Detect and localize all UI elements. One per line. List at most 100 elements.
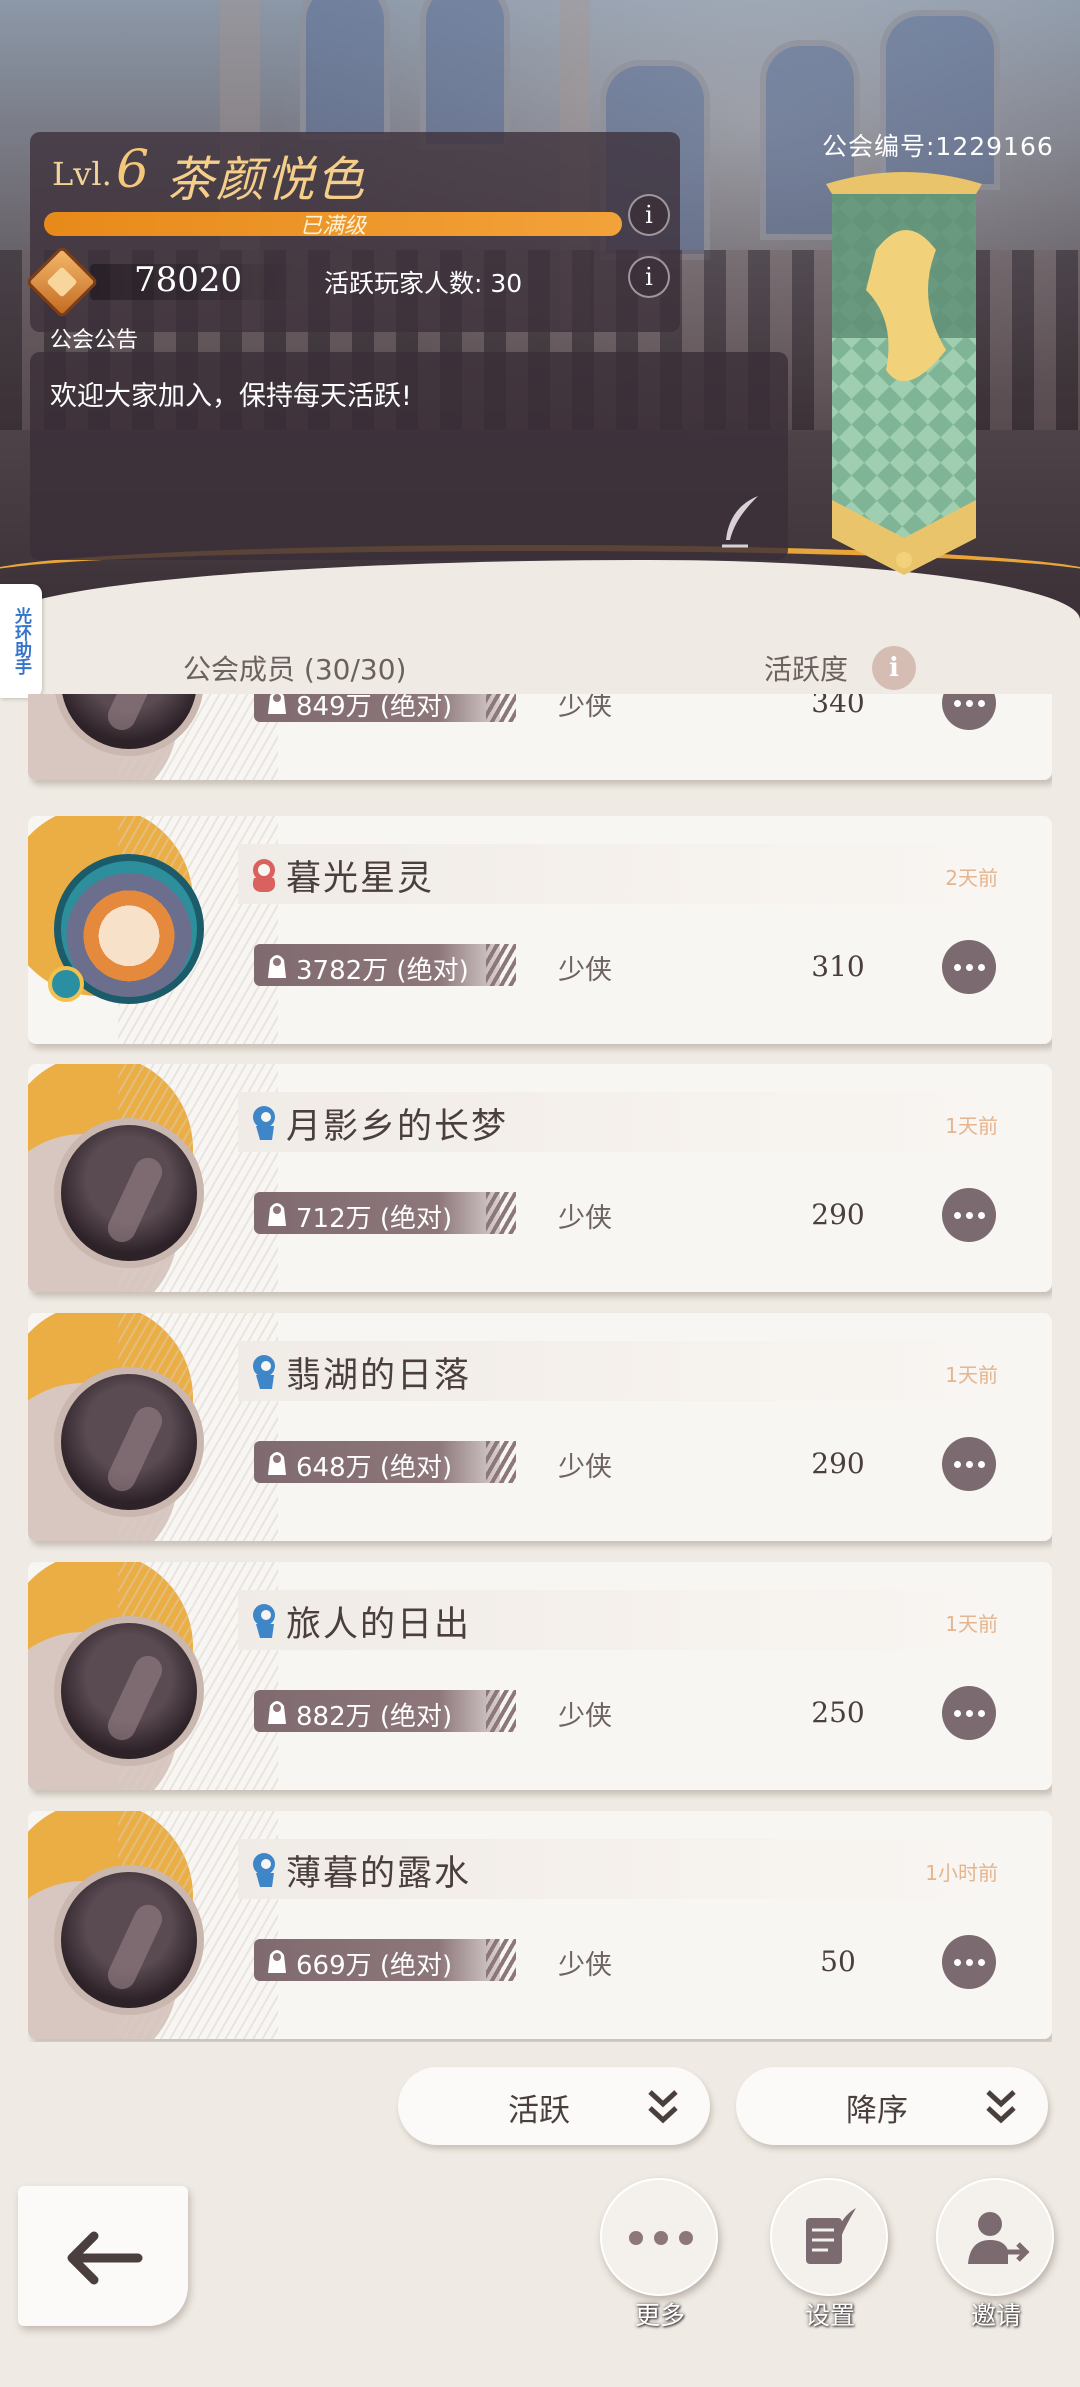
activity-column-header[interactable]: 活跃度 <box>764 648 848 688</box>
member-name: 暮光星灵 <box>286 859 435 899</box>
dot-icon <box>953 963 961 971</box>
sort-order-dropdown[interactable]: 降序 <box>736 2067 1048 2145</box>
member-card[interactable]: 翡湖的日落 1天前 648万 (绝对) 少侠 290 <box>28 1313 1052 1541</box>
dot-icon <box>977 1709 985 1717</box>
last-seen: 1小时前 <box>925 1861 998 1885</box>
member-activity: 290 <box>811 1198 865 1231</box>
dot-icon <box>953 1958 961 1966</box>
back-button[interactable] <box>18 2186 188 2326</box>
member-avatar[interactable] <box>54 1367 204 1517</box>
member-card[interactable]: 849万 (绝对) 少侠 340 <box>28 694 1052 780</box>
dot-icon <box>953 699 961 707</box>
member-card[interactable]: 暮光星灵 2天前 3782万 (绝对) 少侠 310 <box>28 816 1052 1044</box>
member-card[interactable]: 旅人的日出 1天前 882万 (绝对) 少侠 250 <box>28 1562 1052 1790</box>
male-icon <box>253 1106 275 1140</box>
dot-icon <box>965 963 973 971</box>
power-icon <box>268 1701 286 1724</box>
power-icon <box>268 955 286 978</box>
guild-emblem-banner <box>826 172 982 575</box>
helper-side-tab[interactable]: 光环助手 <box>0 584 42 698</box>
power-icon <box>268 1203 286 1226</box>
dot-icon <box>965 1211 973 1219</box>
avatar-frame-badge <box>48 966 84 1002</box>
members-count-header: 公会成员 (30/30) <box>183 653 407 686</box>
member-avatar[interactable] <box>54 1118 204 1268</box>
member-name: 薄暮的露水 <box>286 1854 472 1894</box>
dot-icon <box>977 699 985 707</box>
member-list[interactable]: 849万 (绝对) 少侠 340 暮光星灵 2天前 3782万 (绝对) 少侠 … <box>28 694 1052 2042</box>
more-dots-icon <box>629 2231 693 2245</box>
male-icon <box>253 1604 275 1638</box>
member-more-button[interactable] <box>942 1437 996 1491</box>
dot-icon <box>977 1211 985 1219</box>
power-icon <box>268 1950 286 1973</box>
member-avatar[interactable] <box>54 1616 204 1766</box>
member-activity: 50 <box>820 1945 856 1978</box>
member-activity: 250 <box>811 1696 865 1729</box>
member-activity: 310 <box>811 950 865 983</box>
member-rank: 少侠 <box>558 694 612 722</box>
dot-icon <box>965 1958 973 1966</box>
level-status: 已满级 <box>299 214 366 239</box>
member-name: 翡湖的日落 <box>286 1356 472 1396</box>
member-more-button[interactable] <box>942 1935 996 1989</box>
chevron-down-icon <box>648 2090 678 2124</box>
invite-button[interactable] <box>936 2178 1054 2296</box>
member-more-button[interactable] <box>942 1188 996 1242</box>
guild-name: 茶颜悦色 <box>166 152 367 208</box>
member-rank: 少侠 <box>558 1452 612 1483</box>
dot-icon <box>953 1709 961 1717</box>
dot-icon <box>953 1211 961 1219</box>
more-button[interactable] <box>600 2178 718 2296</box>
member-card[interactable]: 薄暮的露水 1小时前 669万 (绝对) 少侠 50 <box>28 1811 1052 2039</box>
guild-id: 公会编号:1229166 <box>822 132 1054 161</box>
member-power: 712万 (绝对) <box>296 1204 453 1234</box>
dot-icon <box>965 699 973 707</box>
back-arrow-icon <box>67 2231 143 2285</box>
edit-quill-icon[interactable] <box>718 494 764 550</box>
guild-funds: 78020 <box>134 260 243 300</box>
level-number: 6 <box>116 140 150 200</box>
member-avatar[interactable] <box>54 1865 204 2015</box>
sort-order-label: 降序 <box>846 2093 908 2129</box>
member-more-button[interactable] <box>942 1686 996 1740</box>
last-seen: 1天前 <box>945 1612 998 1636</box>
dot-icon <box>965 1460 973 1468</box>
member-activity: 290 <box>811 1447 865 1480</box>
chevron-down-icon <box>986 2090 1016 2124</box>
level-prefix: Lvl. <box>52 155 112 193</box>
document-quill-icon <box>806 2208 856 2264</box>
dot-icon <box>977 1460 985 1468</box>
background-arch <box>880 10 1000 190</box>
sort-field-dropdown[interactable]: 活跃 <box>398 2067 710 2145</box>
sort-field-label: 活跃 <box>508 2093 570 2129</box>
last-seen: 2天前 <box>945 866 998 890</box>
member-rank: 少侠 <box>558 1950 612 1981</box>
member-rank: 少侠 <box>558 1203 612 1234</box>
dot-icon <box>953 1460 961 1468</box>
female-icon <box>252 859 276 892</box>
activity-info-button[interactable]: i <box>872 646 916 690</box>
dot-icon <box>965 1709 973 1717</box>
settings-button[interactable] <box>770 2178 888 2296</box>
member-more-button[interactable] <box>942 694 996 730</box>
dot-icon <box>977 1958 985 1966</box>
member-power: 669万 (绝对) <box>296 1951 453 1981</box>
member-power: 648万 (绝对) <box>296 1453 453 1483</box>
last-seen: 1天前 <box>945 1363 998 1387</box>
member-activity: 340 <box>811 694 865 719</box>
member-name: 旅人的日出 <box>286 1605 472 1645</box>
member-rank: 少侠 <box>558 1701 612 1732</box>
male-icon <box>253 1355 275 1389</box>
member-name: 月影乡的长梦 <box>286 1107 509 1147</box>
settings-label: 设置 <box>804 2301 855 2330</box>
member-card[interactable]: 月影乡的长梦 1天前 712万 (绝对) 少侠 290 <box>28 1064 1052 1292</box>
level-info-button[interactable]: i <box>628 194 670 236</box>
active-info-button[interactable]: i <box>628 256 670 298</box>
member-power: 882万 (绝对) <box>296 1702 453 1732</box>
notice-text: 欢迎大家加入，保持每天活跃! <box>50 381 412 412</box>
dot-icon <box>977 963 985 971</box>
member-rank: 少侠 <box>558 955 612 986</box>
member-more-button[interactable] <box>942 940 996 994</box>
last-seen: 1天前 <box>945 1114 998 1138</box>
